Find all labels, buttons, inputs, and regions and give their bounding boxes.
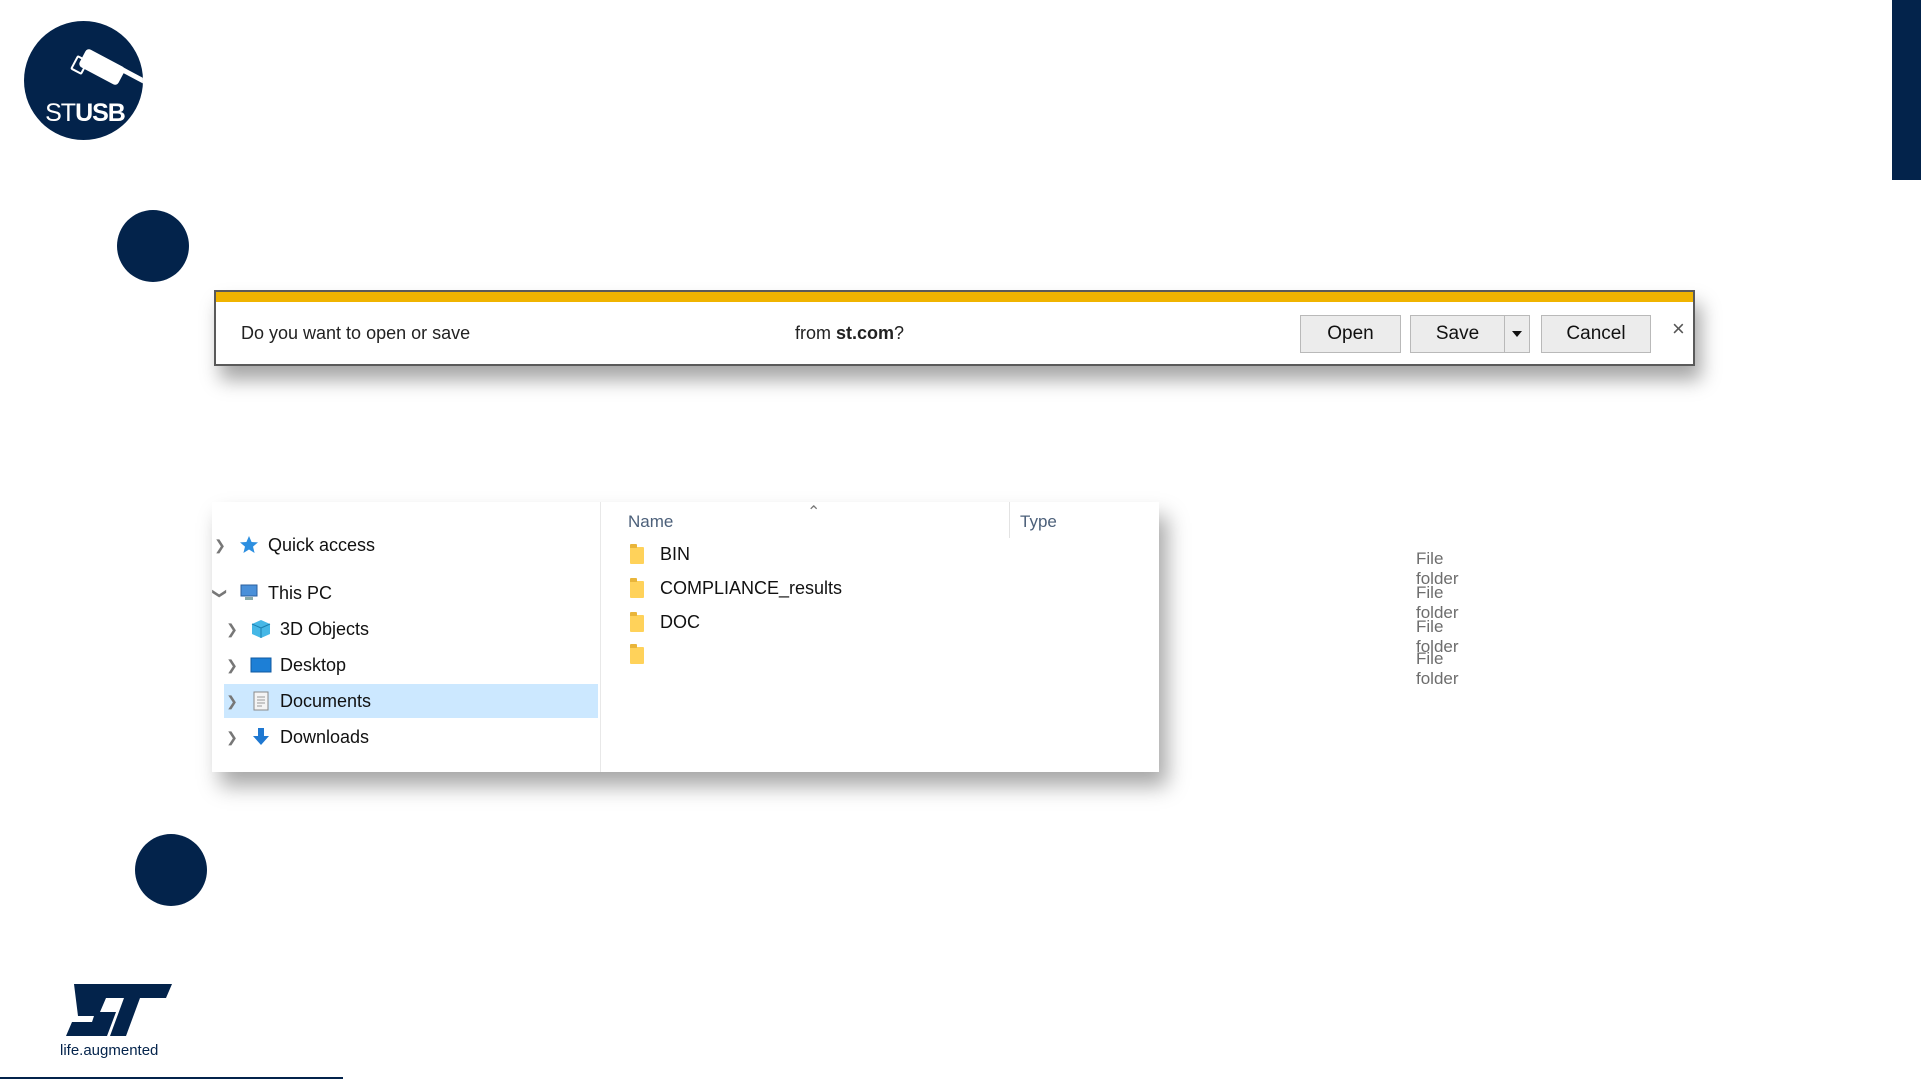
file-type: File folder [1416, 649, 1459, 688]
file-row[interactable]: File folder [612, 640, 1459, 688]
column-divider[interactable] [1009, 502, 1010, 538]
download-prompt-text: Do you want to open or save [241, 323, 471, 343]
column-header-type[interactable]: Type [1020, 512, 1057, 532]
nav-item-desktop[interactable]: ❯ Desktop [224, 648, 600, 682]
download-notification-bar: Do you want to open or save from st.com?… [214, 290, 1695, 366]
nav-item-this-pc[interactable]: ❯ This PC [212, 576, 600, 610]
nav-item-3d-objects[interactable]: ❯ 3D Objects [224, 612, 600, 646]
document-icon [250, 691, 272, 711]
st-tagline: life.augmented [60, 1042, 159, 1059]
save-button[interactable]: Save [1410, 315, 1504, 353]
st-logo: life.augmented [60, 982, 176, 1062]
slide-edge-bar [1892, 0, 1921, 180]
file-name: COMPLIANCE_results [660, 578, 843, 598]
step-bullet-2 [135, 834, 207, 906]
folder-icon [630, 612, 644, 632]
stusb-logo-text: STUSB [45, 99, 126, 127]
file-explorer-panel: ❯ Quick access ❯ This PC ❯ 3D Objects ❯ [212, 502, 1459, 772]
chevron-right-icon[interactable]: ❯ [224, 621, 240, 638]
column-header-name[interactable]: Name [628, 512, 673, 532]
sort-ascending-icon: ⌃ [807, 504, 821, 521]
nav-item-label: Documents [280, 690, 372, 711]
file-name: DOC [660, 612, 700, 632]
download-site: st.com [836, 323, 895, 343]
nav-item-label: Quick access [268, 534, 376, 555]
chevron-down-icon [1512, 331, 1522, 337]
cancel-button[interactable]: Cancel [1541, 315, 1651, 353]
desktop-icon [250, 655, 272, 675]
computer-icon [238, 583, 260, 603]
folder-icon [630, 644, 644, 664]
file-row[interactable]: DOC File folder [612, 608, 1459, 656]
usb-cable-icon [77, 47, 127, 87]
file-row[interactable]: COMPLIANCE_results File folder [612, 574, 1459, 622]
chevron-right-icon[interactable]: ❯ [224, 729, 240, 746]
save-options-dropdown[interactable] [1504, 315, 1530, 353]
bottom-rule [0, 1077, 343, 1079]
file-row[interactable]: BIN File folder [612, 540, 1459, 588]
cube-icon [250, 619, 272, 639]
close-icon[interactable]: × [1672, 316, 1685, 342]
chevron-down-icon[interactable]: ❯ [212, 585, 229, 601]
folder-icon [630, 578, 644, 598]
stusb-logo: STUSB [24, 21, 143, 140]
nav-item-quick-access[interactable]: ❯ Quick access [212, 528, 600, 562]
star-icon [238, 535, 260, 555]
notification-accent-stripe [216, 292, 1693, 302]
download-arrow-icon [250, 727, 272, 747]
chevron-right-icon[interactable]: ❯ [224, 657, 240, 674]
download-source-text: from st.com? [795, 323, 905, 343]
file-name: BIN [660, 544, 691, 564]
open-button[interactable]: Open [1300, 315, 1401, 353]
nav-item-label: Downloads [280, 726, 370, 747]
nav-item-downloads[interactable]: ❯ Downloads [224, 720, 600, 754]
st-logo-icon [66, 984, 172, 1036]
step-bullet-1 [117, 210, 189, 282]
usb-cable-line [120, 67, 143, 88]
nav-item-label: 3D Objects [280, 618, 370, 639]
nav-item-documents[interactable]: ❯ Documents [224, 684, 598, 718]
navigation-pane: ❯ Quick access ❯ This PC ❯ 3D Objects ❯ [212, 502, 601, 772]
nav-item-label: This PC [268, 582, 333, 603]
chevron-right-icon[interactable]: ❯ [224, 693, 240, 710]
nav-item-label: Desktop [280, 654, 347, 675]
chevron-right-icon[interactable]: ❯ [212, 537, 228, 554]
folder-icon [630, 544, 644, 564]
